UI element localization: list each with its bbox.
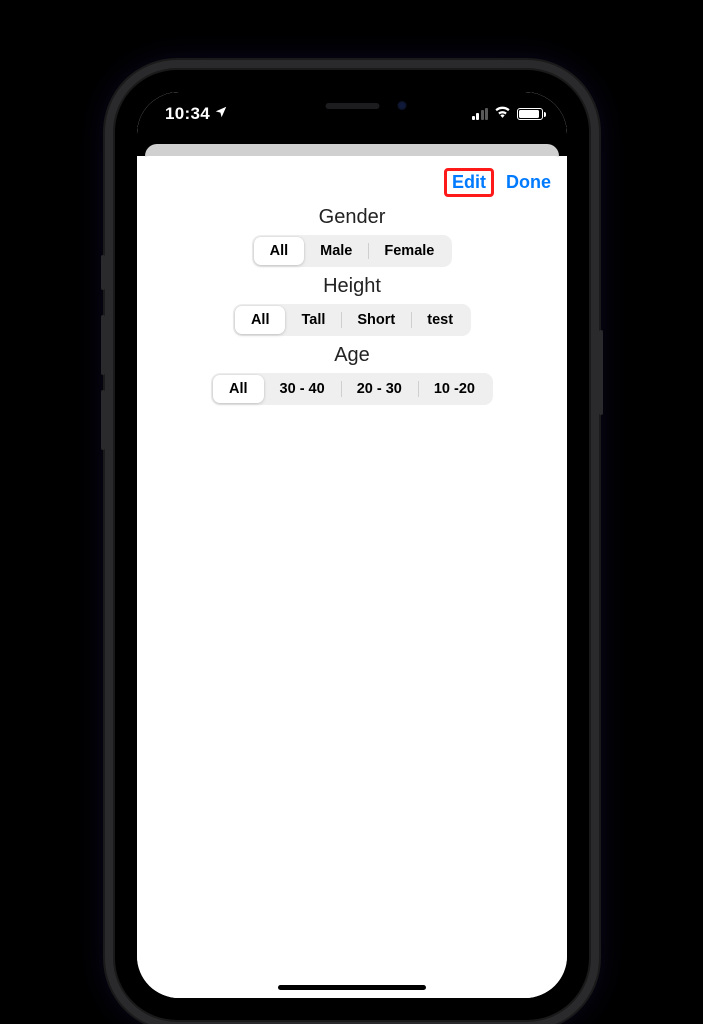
notch [240, 92, 465, 126]
filter-group: Height AllTallShorttest [137, 275, 567, 336]
filter-group-title: Height [137, 275, 567, 298]
screen: 10:34 [137, 92, 567, 998]
segment-option[interactable]: 20 - 30 [341, 375, 418, 403]
location-arrow-icon [214, 104, 228, 124]
done-button[interactable]: Done [504, 171, 553, 194]
filter-group: Age All30 - 4020 - 3010 -20 [137, 344, 567, 405]
segment-option[interactable]: Male [304, 237, 368, 265]
filter-group: Gender AllMaleFemale [137, 206, 567, 267]
mute-switch [101, 255, 105, 290]
segment-option[interactable]: 10 -20 [418, 375, 491, 403]
filter-group-title: Gender [137, 206, 567, 229]
filter-group-title: Age [137, 344, 567, 367]
segment-option[interactable]: Tall [285, 306, 341, 334]
wifi-icon [494, 105, 511, 123]
segment-option[interactable]: Short [341, 306, 411, 334]
filter-sheet: Edit Done GenderAllMaleFemaleHeightAllTa… [137, 156, 567, 998]
cellular-signal-icon [472, 108, 489, 120]
segmented-control[interactable]: AllMaleFemale [252, 235, 453, 267]
front-camera [398, 101, 407, 110]
battery-fill [519, 110, 539, 118]
segmented-control[interactable]: AllTallShorttest [233, 304, 471, 336]
sheet-nav: Edit Done [137, 164, 567, 204]
segment-option[interactable]: All [235, 306, 286, 334]
segment-option[interactable]: All [254, 237, 305, 265]
side-button [599, 330, 603, 415]
battery-icon [517, 108, 543, 120]
segment-option[interactable]: 30 - 40 [264, 375, 341, 403]
segment-option[interactable]: test [411, 306, 469, 334]
speaker-grille [325, 103, 379, 109]
segment-option[interactable]: Female [368, 237, 450, 265]
edit-button[interactable]: Edit [444, 168, 494, 197]
status-time: 10:34 [165, 104, 210, 124]
segment-option[interactable]: All [213, 375, 264, 403]
volume-up-button [101, 315, 105, 375]
segmented-control[interactable]: All30 - 4020 - 3010 -20 [211, 373, 493, 405]
home-indicator[interactable] [278, 985, 426, 990]
volume-down-button [101, 390, 105, 450]
phone-frame: 10:34 [115, 70, 589, 1020]
